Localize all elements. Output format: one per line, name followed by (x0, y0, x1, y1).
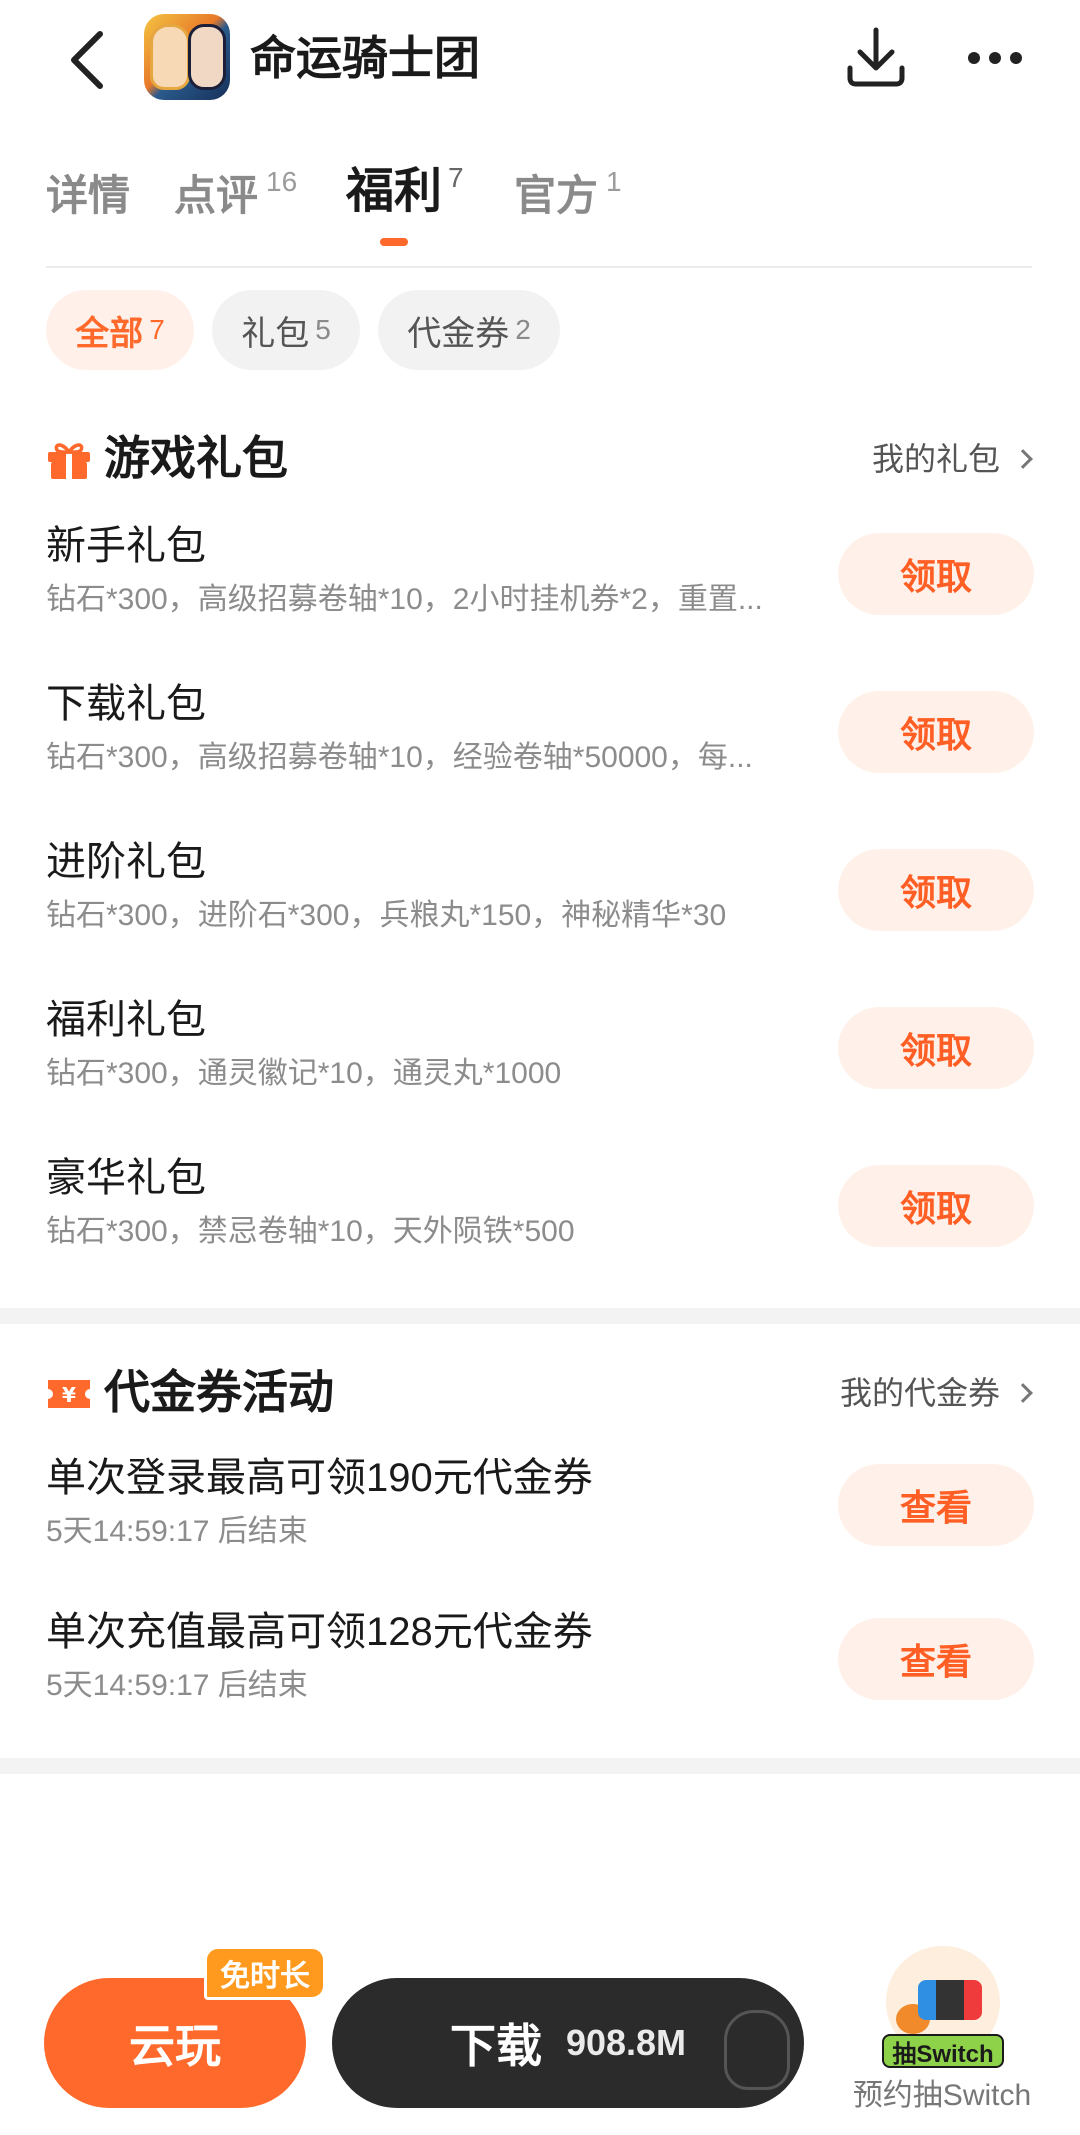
download-icon-button[interactable] (842, 24, 910, 92)
my-vouchers-link[interactable]: 我的代金券 (840, 1372, 1036, 1414)
gift-name: 豪华礼包 (46, 1156, 206, 1200)
my-gifts-link[interactable]: 我的礼包 (872, 438, 1036, 480)
chip-label: 代金券 (407, 314, 510, 353)
gift-name: 福利礼包 (46, 998, 206, 1042)
switch-caption: 预约抽Switch (852, 2079, 1032, 2112)
gift-item-advanced: 进阶礼包 钻石*300，进阶石*300，兵粮丸*150，神秘精华*30 领取 (46, 836, 1036, 956)
claim-button[interactable]: 领取 (838, 1165, 1034, 1247)
back-button[interactable] (56, 22, 116, 98)
tab-count: 16 (266, 166, 298, 197)
chip-count: 7 (149, 314, 165, 345)
chevron-right-icon (1013, 449, 1033, 469)
divider (46, 266, 1032, 268)
mascot-icon (724, 2010, 790, 2090)
gift-item-welfare: 福利礼包 钻石*300，通灵徽记*10，通灵丸*1000 领取 (46, 994, 1036, 1114)
tab-bar: 详情 点评 16 福利 7 官方 1 (0, 150, 1080, 268)
view-button[interactable]: 查看 (838, 1618, 1034, 1700)
gift-name: 新手礼包 (46, 524, 206, 568)
active-tab-indicator (380, 238, 408, 246)
free-duration-badge: 免时长 (204, 1946, 326, 2000)
voucher-name: 单次登录最高可领190元代金券 (46, 1456, 593, 1500)
filter-chip-gifts[interactable]: 礼包 5 (212, 290, 360, 370)
bottom-action-bar: 云玩 免时长 下载 908.8M 抽Switch 预约抽Switch (0, 1930, 1080, 2135)
gift-icon (48, 443, 90, 479)
gift-item-newbie: 新手礼包 钻石*300，高级招募卷轴*10，2小时挂机券*2，重置... 领取 (46, 520, 1036, 640)
claim-button[interactable]: 领取 (838, 691, 1034, 773)
chevron-right-icon (1013, 1383, 1033, 1403)
tab-details[interactable]: 详情 (46, 168, 130, 224)
my-vouchers-label: 我的代金券 (839, 1375, 1000, 1411)
gift-desc: 钻石*300，高级招募卷轴*10，2小时挂机券*2，重置... (46, 583, 763, 616)
gift-item-download: 下载礼包 钻石*300，高级招募卷轴*10，经验卷轴*50000，每... 领取 (46, 678, 1036, 798)
tab-label: 福利 (346, 165, 443, 218)
gift-desc: 钻石*300，高级招募卷轴*10，经验卷轴*50000，每... (46, 741, 753, 774)
switch-tag: 抽Switch (882, 2034, 1004, 2068)
claim-button[interactable]: 领取 (838, 533, 1034, 615)
tab-label: 详情 (46, 172, 131, 219)
gift-desc: 钻石*300，禁忌卷轴*10，天外陨铁*500 (46, 1215, 575, 1248)
tab-label: 点评 (174, 172, 259, 219)
voucher-item-recharge: 单次充值最高可领128元代金券 5天14:59:17 后结束 查看 (46, 1606, 1036, 1726)
cloud-play-label: 云玩 (129, 2020, 221, 2072)
download-label: 下载 (449, 2020, 542, 2072)
more-button[interactable] (960, 34, 1030, 82)
chip-count: 2 (515, 314, 531, 345)
my-gifts-label: 我的礼包 (871, 441, 1000, 477)
gift-desc: 钻石*300，通灵徽记*10，通灵丸*1000 (46, 1057, 562, 1090)
voucher-section-header: ¥ 代金券活动 我的代金券 (46, 1362, 1036, 1422)
gift-desc: 钻石*300，进阶石*300，兵粮丸*150，神秘精华*30 (46, 899, 727, 932)
tab-count: 7 (448, 162, 464, 193)
tab-count: 1 (606, 166, 622, 197)
voucher-countdown: 5天14:59:17 后结束 (46, 1669, 308, 1702)
page: 命运骑士团 详情 点评 16 福利 7 官方 1 全部 7 礼包 5 代金券 2… (0, 0, 1080, 2135)
gift-name: 进阶礼包 (46, 840, 206, 884)
voucher-icon: ¥ (48, 1380, 90, 1408)
download-size: 908.8M (565, 2022, 687, 2063)
voucher-section-title: 代金券活动 (104, 1366, 334, 1418)
switch-lottery-promo[interactable]: 抽Switch 预约抽Switch (842, 1946, 1042, 2126)
download-icon (847, 27, 905, 87)
top-header: 命运骑士团 (0, 0, 1080, 118)
gift-section-title: 游戏礼包 (104, 432, 288, 484)
section-divider (0, 1308, 1080, 1324)
chip-label: 礼包 (241, 314, 310, 353)
filter-chip-all[interactable]: 全部 7 (46, 290, 194, 370)
more-dots-icon (968, 52, 980, 64)
filter-chip-vouchers[interactable]: 代金券 2 (378, 290, 560, 370)
gift-item-deluxe: 豪华礼包 钻石*300，禁忌卷轴*10，天外陨铁*500 领取 (46, 1152, 1036, 1272)
app-icon (144, 14, 230, 100)
voucher-countdown: 5天14:59:17 后结束 (46, 1515, 308, 1548)
tab-label: 官方 (514, 172, 599, 219)
app-title: 命运骑士团 (250, 32, 480, 84)
tab-welfare[interactable]: 福利 7 (346, 162, 464, 220)
tab-official[interactable]: 官方 1 (514, 166, 622, 224)
chip-count: 5 (315, 314, 331, 345)
gift-name: 下载礼包 (46, 682, 206, 726)
claim-button[interactable]: 领取 (838, 1007, 1034, 1089)
claim-button[interactable]: 领取 (838, 849, 1034, 931)
section-divider (0, 1758, 1080, 1774)
download-button[interactable]: 下载 908.8M (332, 1978, 804, 2108)
view-button[interactable]: 查看 (838, 1464, 1034, 1546)
chip-label: 全部 (75, 314, 144, 353)
svg-text:¥: ¥ (62, 1383, 76, 1407)
voucher-name: 单次充值最高可领128元代金券 (46, 1610, 593, 1654)
chevron-left-icon (71, 31, 103, 89)
gift-section-header: 游戏礼包 我的礼包 (46, 428, 1036, 488)
voucher-item-login: 单次登录最高可领190元代金券 5天14:59:17 后结束 查看 (46, 1452, 1036, 1572)
tab-reviews[interactable]: 点评 16 (174, 166, 297, 224)
